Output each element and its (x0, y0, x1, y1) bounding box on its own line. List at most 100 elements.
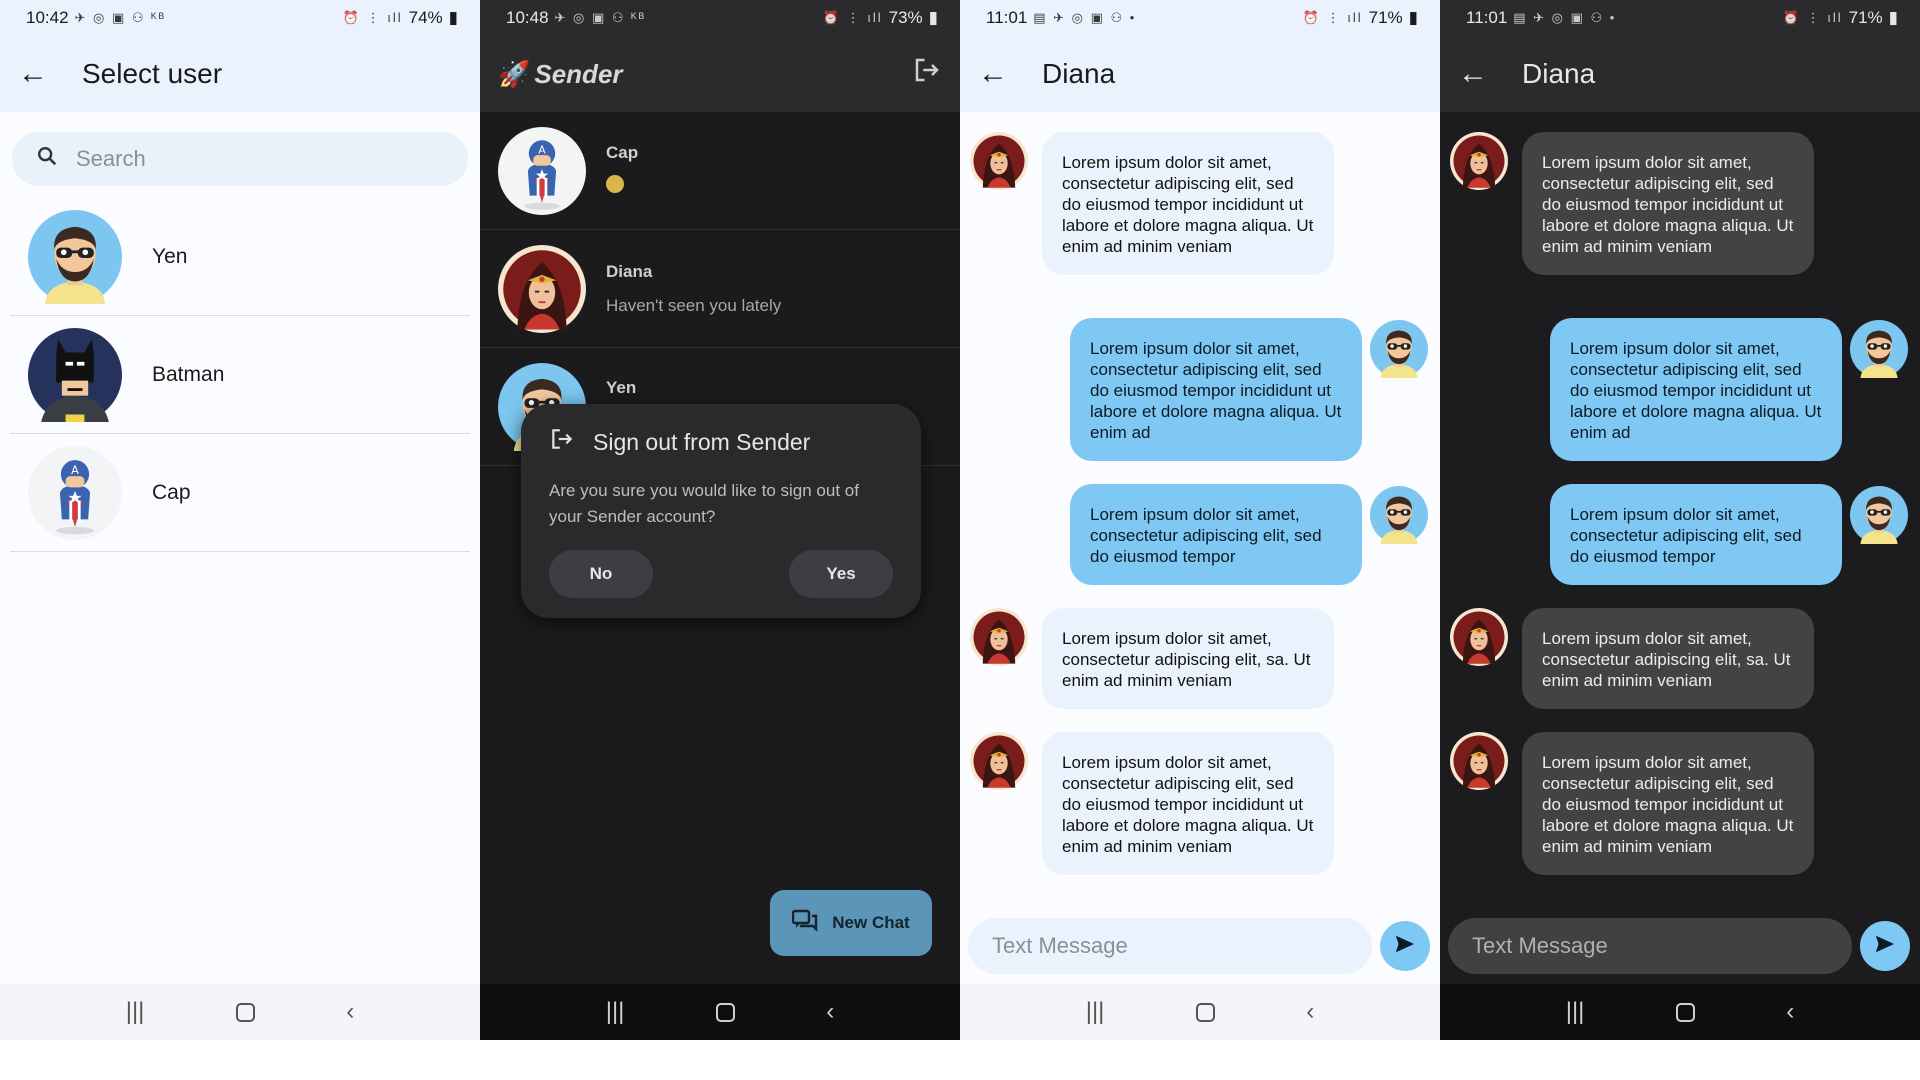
message-bubble: Lorem ipsum dolor sit amet, consectetur … (1550, 484, 1842, 585)
status-bar: 10:42 ✈ ◎ ▣ ⚇ ᴷᴮ ⏰ ⋮ ıll 74% ▮ (0, 0, 480, 36)
dialog-title: Sign out from Sender (593, 428, 811, 455)
nav-back-icon[interactable]: ‹ (1306, 998, 1314, 1026)
message-incoming: Lorem ipsum dolor sit amet, consectetur … (1450, 132, 1814, 275)
avatar (1850, 320, 1908, 378)
message-input[interactable] (992, 933, 1352, 959)
send-icon (1394, 933, 1416, 960)
message-bubble: Lorem ipsum dolor sit amet, consectetur … (1550, 318, 1842, 461)
avatar (1370, 486, 1428, 544)
status-bar: 11:01 ▤ ✈ ◎ ▣ ⚇ • ⏰ ⋮ ıll 71% ▮ (1440, 0, 1920, 36)
nav-back-icon[interactable]: ‹ (346, 998, 354, 1026)
battery-level: 74% (408, 8, 443, 27)
chat-item-cap[interactable]: Cap (480, 112, 960, 230)
app-bar: ← Select user (0, 36, 480, 112)
system-nav-bar: ||| ‹ (1440, 984, 1920, 1040)
back-arrow-icon[interactable]: ← (978, 57, 1028, 91)
status-time: 10:42 (26, 8, 69, 27)
page-title: Diana (1042, 58, 1116, 89)
send-button[interactable] (1860, 921, 1910, 971)
nav-back-icon[interactable]: ‹ (826, 998, 834, 1026)
yes-button[interactable]: Yes (789, 550, 893, 598)
avatar (970, 732, 1028, 790)
chat-last-message: Haven't seen you lately (606, 295, 782, 315)
signal-icons: ⏰ ⋮ ıll (1302, 10, 1363, 25)
home-icon[interactable] (235, 1002, 255, 1022)
avatar (498, 245, 586, 333)
signal-icons: ⏰ ⋮ ıll (342, 10, 403, 25)
message-bubble: Lorem ipsum dolor sit amet, consectetur … (1042, 608, 1334, 709)
sign-out-dialog: Sign out from Sender Are you sure you wo… (521, 404, 921, 618)
battery-icon: ▮ (448, 8, 458, 27)
message-bubble: Lorem ipsum dolor sit amet, consectetur … (1070, 484, 1362, 585)
avatar (28, 210, 122, 304)
status-bar: 10:48 ✈ ◎ ▣ ⚇ ᴷᴮ ⏰ ⋮ ıll 73% ▮ (480, 0, 960, 36)
battery-level: 71% (1848, 8, 1883, 27)
system-nav-bar: ||| ‹ (480, 984, 960, 1040)
no-button[interactable]: No (549, 550, 653, 598)
avatar (498, 127, 586, 215)
message-incoming: Lorem ipsum dolor sit amet, consectetur … (970, 732, 1334, 875)
rocket-icon: 🚀 (498, 58, 531, 89)
status-time: 10:48 (506, 8, 549, 27)
chats-screen: 10:48 ✈ ◎ ▣ ⚇ ᴷᴮ ⏰ ⋮ ıll 73% ▮ 🚀 Sender … (480, 0, 960, 1040)
new-chat-button[interactable]: New Chat (770, 890, 932, 956)
conversation-light-screen: 11:01 ▤ ✈ ◎ ▣ ⚇ • ⏰ ⋮ ıll 71% ▮ ← Diana … (960, 0, 1440, 1040)
app-bar: ← Diana (960, 36, 1440, 112)
notification-icons: ▤ ✈ ◎ ▣ ⚇ • (1033, 10, 1137, 25)
recents-icon[interactable]: ||| (126, 998, 145, 1026)
system-nav-bar: ||| ‹ (0, 984, 480, 1040)
message-outgoing: Lorem ipsum dolor sit amet, consectetur … (1070, 318, 1428, 461)
app-logo: 🚀 Sender (498, 59, 623, 90)
chat-name: Yen (606, 378, 637, 397)
user-item-yen[interactable]: Yen (10, 198, 470, 316)
chat-item-diana[interactable]: Diana Haven't seen you lately (480, 230, 960, 348)
message-field[interactable] (1448, 918, 1852, 974)
message-outgoing: Lorem ipsum dolor sit amet, consectetur … (1550, 318, 1908, 461)
battery-icon: ▮ (928, 8, 938, 27)
search-input[interactable] (76, 146, 364, 172)
avatar (1450, 132, 1508, 190)
nav-back-icon[interactable]: ‹ (1786, 998, 1794, 1026)
status-time: 11:01 (1466, 8, 1508, 27)
recents-icon[interactable]: ||| (606, 998, 625, 1026)
notification-icons: ✈ ◎ ▣ ⚇ ᴷᴮ (554, 10, 647, 25)
message-outgoing: Lorem ipsum dolor sit amet, consectetur … (1070, 484, 1428, 585)
home-icon[interactable] (1195, 1002, 1215, 1022)
message-bubble: Lorem ipsum dolor sit amet, consectetur … (1522, 132, 1814, 275)
chat-name: Cap (606, 143, 639, 162)
signal-icons: ⏰ ⋮ ıll (1782, 10, 1843, 25)
battery-icon: ▮ (1888, 8, 1898, 27)
message-incoming: Lorem ipsum dolor sit amet, consectetur … (970, 132, 1334, 275)
dialog-body: Are you sure you would like to sign out … (549, 481, 859, 526)
avatar (1450, 608, 1508, 666)
recents-icon[interactable]: ||| (1086, 998, 1105, 1026)
app-name: Sender (534, 58, 623, 89)
chat-name: Diana (606, 261, 653, 281)
home-icon[interactable] (715, 1002, 735, 1022)
message-outgoing: Lorem ipsum dolor sit amet, consectetur … (1550, 484, 1908, 585)
home-icon[interactable] (1675, 1002, 1695, 1022)
message-input[interactable] (1472, 933, 1832, 959)
search-bar[interactable] (12, 132, 468, 186)
user-name: Batman (152, 362, 225, 386)
back-arrow-icon[interactable]: ← (18, 57, 68, 91)
recents-icon[interactable]: ||| (1566, 998, 1585, 1026)
avatar (1370, 320, 1428, 378)
user-item-batman[interactable]: Batman (10, 316, 470, 434)
logout-icon (549, 426, 575, 458)
back-arrow-icon[interactable]: ← (1458, 57, 1508, 91)
emoji-icon (606, 175, 624, 193)
message-composer (968, 918, 1432, 974)
new-chat-label: New Chat (832, 913, 910, 932)
send-button[interactable] (1380, 921, 1430, 971)
message-field[interactable] (968, 918, 1372, 974)
logout-icon[interactable] (912, 55, 942, 93)
battery-icon: ▮ (1408, 8, 1418, 27)
message-composer (1448, 918, 1912, 974)
avatar (28, 328, 122, 422)
message-bubble: Lorem ipsum dolor sit amet, consectetur … (1042, 132, 1334, 275)
user-name: Yen (152, 244, 188, 268)
user-item-cap[interactable]: Cap (10, 434, 470, 552)
message-incoming: Lorem ipsum dolor sit amet, consectetur … (1450, 732, 1814, 875)
app-bar: 🚀 Sender (480, 36, 960, 112)
